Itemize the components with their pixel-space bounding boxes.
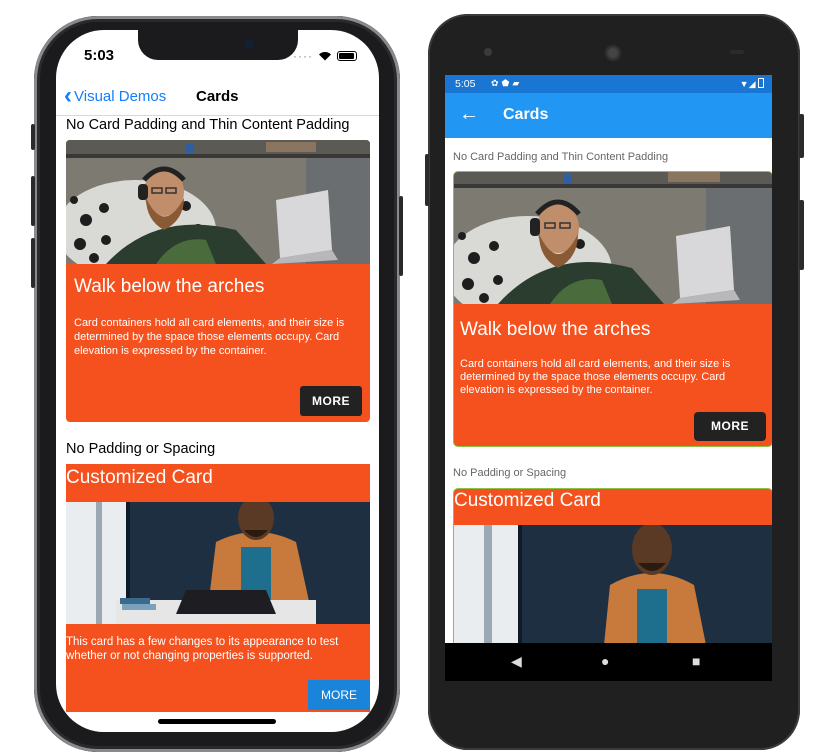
section-heading: No Card Padding and Thin Content Padding bbox=[66, 117, 350, 133]
recents-square-icon[interactable]: ■ bbox=[692, 653, 700, 669]
card-walk-below-arches: Walk below the arches Card containers ho… bbox=[66, 140, 370, 422]
ios-screen: 5:03 ···· ‹ Visual Demos Cards No Card P… bbox=[56, 30, 379, 732]
android-power-button bbox=[799, 114, 804, 158]
wifi-icon bbox=[319, 52, 331, 61]
section-heading: No Padding or Spacing bbox=[66, 441, 216, 457]
card-customized: Customized Card This card has a few chan… bbox=[66, 464, 370, 712]
card-body-text: This card has a few changes to its appea… bbox=[66, 636, 339, 662]
card-title: Customized Card bbox=[66, 467, 213, 488]
card-body-text: Card containers hold all card elements, … bbox=[74, 317, 345, 357]
back-arrow-icon[interactable]: ← bbox=[459, 103, 479, 126]
ios-volume-down-button bbox=[31, 238, 35, 288]
back-button-label: Visual Demos bbox=[74, 87, 167, 105]
signal-icon: ◢ bbox=[748, 79, 756, 89]
more-button[interactable]: MORE bbox=[694, 412, 766, 441]
ios-status-time: 5:03 bbox=[84, 47, 115, 64]
battery-icon bbox=[758, 78, 764, 88]
wifi-icon: ▼ bbox=[739, 79, 749, 89]
android-toolbar: ← Cards bbox=[445, 93, 772, 138]
chevron-left-icon: ‹ bbox=[64, 82, 72, 109]
back-triangle-icon[interactable]: ◀ bbox=[511, 653, 522, 670]
section-heading: No Card Padding and Thin Content Padding bbox=[453, 151, 669, 163]
android-status-time: 5:05 bbox=[455, 78, 476, 90]
page-title: Cards bbox=[503, 106, 549, 123]
section-heading: No Padding or Spacing bbox=[453, 467, 567, 479]
back-button[interactable]: ‹ Visual Demos bbox=[64, 82, 167, 109]
card-body-text: Card containers hold all card elements, … bbox=[460, 358, 731, 396]
ios-navigation-bar: ‹ Visual Demos Cards bbox=[56, 80, 379, 116]
card-image-man-laptop bbox=[66, 502, 370, 624]
android-volume-button bbox=[799, 200, 804, 270]
card-title: Walk below the arches bbox=[460, 319, 651, 340]
card-title: Walk below the arches bbox=[74, 276, 265, 297]
android-screen: 5:05 ✿⬟▰ ▼◢ ← Cards No Card Padding and … bbox=[445, 75, 772, 681]
home-indicator[interactable] bbox=[158, 719, 276, 724]
sensor-icon bbox=[730, 50, 744, 54]
ios-volume-up-button bbox=[31, 176, 35, 226]
sd-card-icon: ▰ bbox=[512, 78, 523, 88]
ios-status-bar: 5:03 ···· bbox=[56, 30, 379, 74]
ios-scroll-content[interactable]: No Card Padding and Thin Content Padding bbox=[56, 116, 379, 732]
card-title: Customized Card bbox=[454, 490, 601, 511]
android-device: 5:05 ✿⬟▰ ▼◢ ← Cards No Card Padding and … bbox=[425, 14, 804, 750]
android-status-left-icons: ✿⬟▰ bbox=[491, 78, 522, 89]
card-walk-below-arches: Walk below the arches Card containers ho… bbox=[453, 171, 772, 447]
more-button[interactable]: MORE bbox=[308, 680, 370, 710]
card-image-man-relaxing bbox=[66, 140, 370, 264]
ios-side-button bbox=[399, 196, 403, 276]
battery-icon bbox=[337, 51, 357, 61]
camera-icon bbox=[484, 48, 492, 56]
page-title: Cards bbox=[196, 88, 239, 105]
gear-icon: ✿ bbox=[491, 78, 502, 88]
speaker-icon bbox=[604, 44, 622, 62]
card-image-man-relaxing bbox=[454, 172, 772, 304]
shield-icon: ⬟ bbox=[501, 78, 513, 88]
signal-dots-icon: ···· bbox=[293, 49, 313, 63]
android-status-bar: 5:05 ✿⬟▰ ▼◢ bbox=[445, 75, 772, 93]
android-side-button bbox=[425, 154, 429, 206]
android-navigation-bar: ◀ ● ■ bbox=[445, 643, 772, 681]
android-status-right-icons: ▼◢ bbox=[740, 78, 764, 90]
ios-mute-switch bbox=[31, 124, 35, 150]
ios-status-icons: ···· bbox=[293, 49, 357, 63]
home-circle-icon[interactable]: ● bbox=[601, 653, 609, 669]
more-button[interactable]: MORE bbox=[300, 386, 362, 416]
